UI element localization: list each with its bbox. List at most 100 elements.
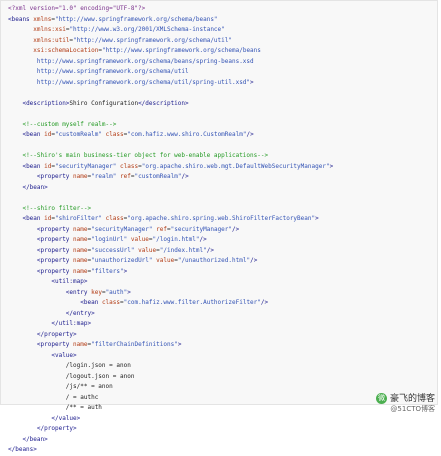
code-line: /login.json = anon [8, 361, 437, 372]
code-token: > [127, 288, 131, 296]
code-line: </beans> [8, 445, 437, 456]
code-token: <property [36, 341, 74, 348]
code-line: <description>Shiro Configuration</descri… [8, 99, 437, 110]
code-line: </value> [8, 414, 437, 425]
code-token: "http://www.springframework.org/schema/b… [54, 15, 218, 23]
code-line: <property name="unauthorizedUrl" value="… [8, 256, 437, 267]
code-token: "realm" [91, 173, 121, 180]
code-token: > [250, 78, 254, 86]
code-line: http://www.springframework.org/schema/ut… [8, 67, 437, 78]
code-line: /js/** = anon [8, 382, 437, 393]
code-block: <?xml version="1.0" encoding="UTF-8"?> <b… [0, 0, 438, 453]
code-line: </bean> [8, 183, 437, 194]
code-token: /> [260, 299, 269, 306]
code-token: /** = auth [8, 404, 102, 411]
code-line: <bean id="securityManager" class="org.ap… [8, 162, 437, 173]
code-token: /> [199, 236, 207, 243]
code-line: xsi:schemaLocation="http://www.springfra… [8, 46, 437, 57]
code-token: "securityManager" [91, 225, 157, 233]
code-line: <bean id="shiroFilter" class="org.apache… [8, 214, 437, 225]
code-token: <!--custom myself realm--> [22, 120, 117, 128]
code-token: /> [232, 225, 240, 233]
code-token: "securityManager" [170, 225, 233, 233]
code-line: <property name="filters"> [8, 267, 437, 278]
code-token: <property [36, 246, 74, 254]
code-token: class [101, 299, 120, 306]
code-line: <property name="filterChainDefinitions"> [8, 340, 437, 351]
code-token: value [130, 236, 149, 243]
code-token: "loginUrl" [91, 236, 131, 243]
wechat-logo-icon: 微 [375, 393, 387, 404]
code-token: "auth" [105, 288, 128, 296]
code-token: class [105, 215, 124, 222]
code-token: </bean> [22, 435, 48, 443]
code-token: <property [36, 173, 74, 180]
code-token: name [73, 267, 88, 275]
code-token: <property [36, 267, 74, 275]
code-token: "/index.html" [159, 246, 207, 254]
code-token: <entry [65, 288, 92, 296]
code-token: / = authc [8, 393, 99, 401]
watermark: 微豪飞的博客 @51CTO博客 [375, 393, 435, 414]
code-token: "com.hafiz.www.filter.AuthorizeFilter" [123, 299, 261, 306]
code-token: "filterChainDefinitions" [91, 341, 178, 348]
code-token: <?xml version="1.0" encoding="UTF-8"?> [8, 5, 146, 12]
code-token: > [177, 341, 182, 348]
code-line: </entry> [8, 309, 437, 320]
code-token: Shiro Configuration [69, 99, 139, 107]
code-token: </entry> [65, 309, 95, 317]
code-token: </property> [36, 425, 77, 432]
code-token: class [105, 131, 124, 138]
code-line: <property name="loginUrl" value="/login.… [8, 235, 437, 246]
code-line: http://www.springframework.org/schema/be… [8, 57, 437, 68]
code-token: > [315, 215, 319, 222]
code-token: /> [250, 257, 258, 264]
code-token: http://www.springframework.org/schema/ut… [8, 68, 189, 75]
code-token: <!--shiro filter--> [22, 204, 92, 212]
code-token: <bean [22, 215, 45, 222]
code-token: > [329, 162, 334, 170]
code-token: xsi:schemaLocation [33, 47, 99, 54]
code-token: </property> [36, 330, 77, 338]
code-line: <bean id="customRealm" class="com.hafiz.… [8, 130, 437, 141]
code-token: /> [246, 131, 254, 138]
watermark-site: @51CTO博客 [390, 405, 435, 413]
code-token: http://www.springframework.org/schema/ut… [8, 78, 251, 86]
code-token: xmlns:xsi [33, 26, 66, 33]
code-line: <entry key="auth"> [8, 288, 437, 299]
code-token: value [138, 246, 157, 254]
code-token: <property [36, 225, 74, 233]
code-token: name [73, 341, 88, 348]
code-token: value [156, 257, 175, 264]
code-line: <property name="securityManager" ref="se… [8, 225, 437, 236]
code-token: "customRealm" [55, 131, 106, 138]
code-token: </beans> [8, 446, 37, 453]
code-line: <!--custom myself realm--> [8, 120, 437, 131]
code-line: <?xml version="1.0" encoding="UTF-8"?> [8, 4, 437, 15]
code-line: </util:map> [8, 319, 437, 330]
code-line: <util:map> [8, 277, 437, 288]
code-token: <bean [22, 131, 45, 138]
code-token: /js/** = anon [8, 383, 113, 390]
code-token: </description> [138, 99, 189, 107]
